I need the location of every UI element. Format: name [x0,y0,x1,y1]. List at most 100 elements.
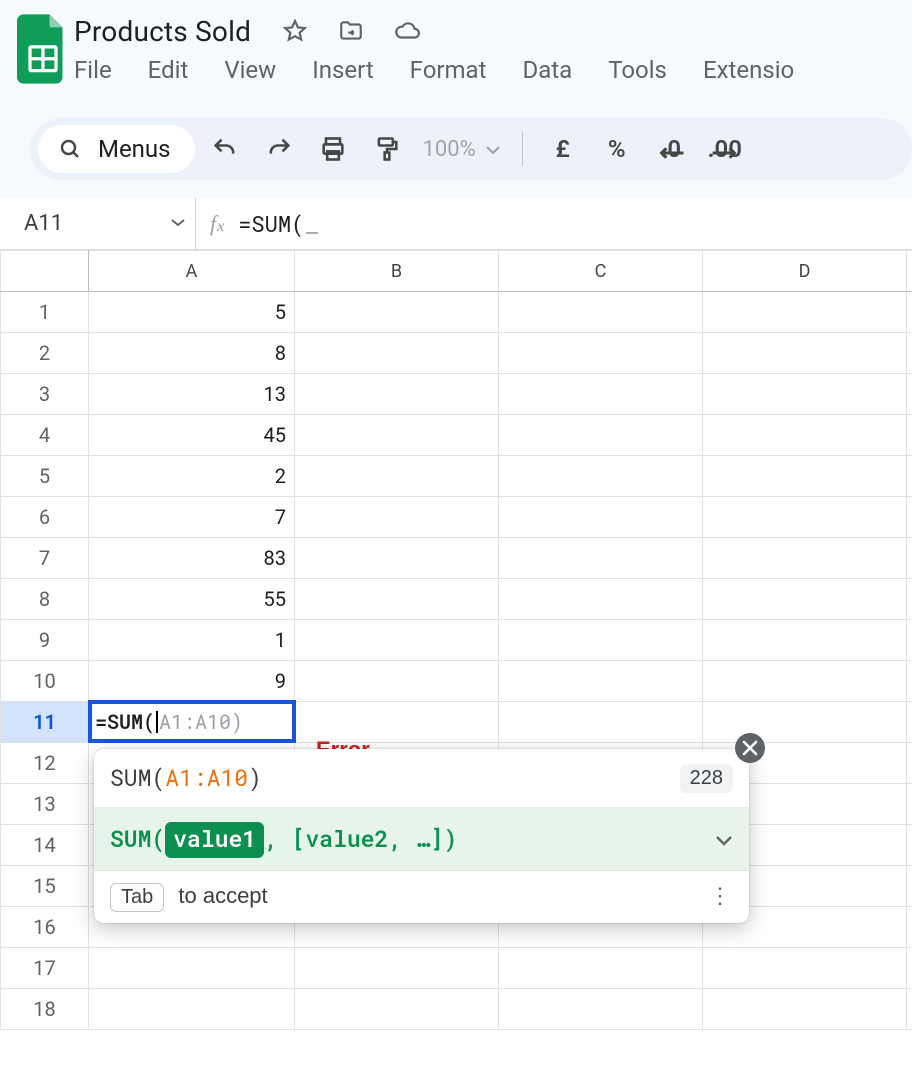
menu-tools[interactable]: Tools [608,56,667,84]
chevron-down-icon[interactable] [715,824,733,854]
zoom-selector[interactable]: 100% [417,137,506,162]
cell-E11[interactable] [907,702,912,743]
print-button[interactable] [309,125,357,173]
row-header-2[interactable]: 2 [1,333,89,374]
document-title[interactable]: Products Sold [74,15,251,48]
row-header-17[interactable]: 17 [1,948,89,989]
cell-B18[interactable] [295,989,499,1030]
cell-C8[interactable] [499,579,703,620]
cell-D10[interactable] [703,661,907,702]
paint-format-button[interactable] [363,125,411,173]
row-header-8[interactable]: 8 [1,579,89,620]
cell-C2[interactable] [499,333,703,374]
cell-C17[interactable] [499,948,703,989]
cell-E9[interactable] [907,620,912,661]
cell-C4[interactable] [499,415,703,456]
cell-B6[interactable] [295,497,499,538]
cell-E12[interactable] [907,743,912,784]
row-header-15[interactable]: 15 [1,866,89,907]
cell-D7[interactable] [703,538,907,579]
cell-D6[interactable] [703,497,907,538]
cell-B10[interactable] [295,661,499,702]
cell-B7[interactable] [295,538,499,579]
cell-E17[interactable] [907,948,912,989]
cell-D2[interactable] [703,333,907,374]
cell-D4[interactable] [703,415,907,456]
cell-E15[interactable] [907,866,912,907]
move-folder-icon[interactable] [337,17,365,45]
row-header-13[interactable]: 13 [1,784,89,825]
cell-A18[interactable] [89,989,295,1030]
col-header-C[interactable]: C [499,251,703,292]
cell-A7[interactable]: 83 [89,538,295,579]
cell-B2[interactable] [295,333,499,374]
cell-E6[interactable] [907,497,912,538]
cell-A6[interactable]: 7 [89,497,295,538]
cell-E8[interactable] [907,579,912,620]
cell-E2[interactable] [907,333,912,374]
cell-C11[interactable] [499,702,703,743]
cell-D8[interactable] [703,579,907,620]
cell-E4[interactable] [907,415,912,456]
decrease-decimal-button[interactable]: .0 [647,125,695,173]
menu-file[interactable]: File [74,56,112,84]
cell-E1[interactable] [907,292,912,333]
select-all-corner[interactable] [1,251,89,292]
cell-E10[interactable] [907,661,912,702]
search-menus[interactable]: Menus [38,125,195,173]
cell-B1[interactable] [295,292,499,333]
cell-C10[interactable] [499,661,703,702]
cell-B3[interactable] [295,374,499,415]
fx-input[interactable]: =SUM( [238,209,318,238]
cell-D9[interactable] [703,620,907,661]
cell-E7[interactable] [907,538,912,579]
cell-E18[interactable] [907,989,912,1030]
name-box[interactable]: A11 [0,198,196,249]
undo-button[interactable] [201,125,249,173]
cell-D11[interactable] [703,702,907,743]
cell-A11[interactable]: =SUM(A1:A10) [89,702,295,743]
row-header-18[interactable]: 18 [1,989,89,1030]
star-icon[interactable] [281,17,309,45]
cell-C5[interactable] [499,456,703,497]
cell-C6[interactable] [499,497,703,538]
cell-C7[interactable] [499,538,703,579]
row-header-5[interactable]: 5 [1,456,89,497]
col-header-D[interactable]: D [703,251,907,292]
row-header-6[interactable]: 6 [1,497,89,538]
cell-E14[interactable] [907,825,912,866]
cell-E13[interactable] [907,784,912,825]
menu-insert[interactable]: Insert [312,56,373,84]
cell-C1[interactable] [499,292,703,333]
col-header-A[interactable]: A [89,251,295,292]
row-header-1[interactable]: 1 [1,292,89,333]
row-header-16[interactable]: 16 [1,907,89,948]
cell-A5[interactable]: 2 [89,456,295,497]
redo-button[interactable] [255,125,303,173]
cell-A10[interactable]: 9 [89,661,295,702]
more-options-icon[interactable]: ⋮ [709,883,733,909]
function-signature[interactable]: SUM(value1, [value2, …]) [94,808,749,871]
currency-button[interactable]: £ [539,125,587,173]
cell-E16[interactable] [907,907,912,948]
cell-B8[interactable] [295,579,499,620]
cell-B5[interactable] [295,456,499,497]
cell-B9[interactable] [295,620,499,661]
menu-data[interactable]: Data [522,56,572,84]
cell-A3[interactable]: 13 [89,374,295,415]
cell-B4[interactable] [295,415,499,456]
row-header-10[interactable]: 10 [1,661,89,702]
cell-E3[interactable] [907,374,912,415]
increase-decimal-button[interactable]: .00 [701,125,749,173]
cell-A9[interactable]: 1 [89,620,295,661]
menu-extensions[interactable]: Extensio [703,56,794,84]
row-header-11[interactable]: 11 [1,702,89,743]
menu-edit[interactable]: Edit [148,56,189,84]
col-header-E[interactable] [907,251,912,292]
percent-button[interactable]: % [593,125,641,173]
cell-D17[interactable] [703,948,907,989]
cell-A17[interactable] [89,948,295,989]
cell-C9[interactable] [499,620,703,661]
row-header-12[interactable]: 12 [1,743,89,784]
cell-D5[interactable] [703,456,907,497]
